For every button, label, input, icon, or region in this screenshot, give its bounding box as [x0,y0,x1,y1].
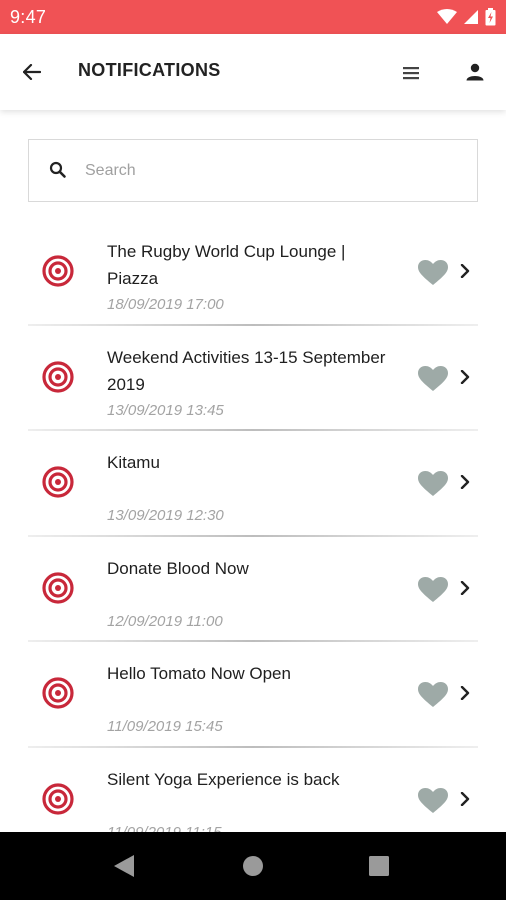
list-item[interactable]: Donate Blood Now 12/09/2019 11:00 [0,537,506,642]
chevron-right-icon[interactable] [460,264,470,278]
list-item[interactable]: Hello Tomato Now Open 11/09/2019 15:45 [0,642,506,748]
person-icon [466,63,484,81]
status-time: 9:47 [10,6,47,27]
profile-button[interactable] [461,58,489,86]
heart-icon[interactable] [418,682,448,708]
search-box [28,139,478,202]
nav-home-icon[interactable] [242,855,264,877]
target-icon [42,571,74,604]
menu-button[interactable] [398,60,424,86]
notification-time: 13/09/2019 12:30 [107,507,224,524]
page-title: NOTIFICATIONS [78,60,221,80]
list-item[interactable]: The Rugby World Cup Lounge | Piazza 18/0… [0,220,506,326]
search-icon [49,161,66,178]
list-item[interactable]: Kitamu 13/09/2019 12:30 [0,431,506,537]
heart-icon[interactable] [418,260,448,286]
search-input[interactable] [85,156,465,186]
target-icon [42,360,74,393]
status-icons [437,8,496,26]
chevron-right-icon[interactable] [460,686,470,700]
chevron-right-icon[interactable] [460,791,470,806]
status-bar: 9:47 [0,0,506,34]
chevron-right-icon[interactable] [460,369,470,384]
wifi-icon [437,9,457,24]
target-icon [42,782,74,815]
notification-title: Donate Blood Now [107,558,249,578]
notification-time: 13/09/2019 13:45 [107,401,224,419]
chevron-right-icon[interactable] [460,475,470,489]
notification-title: Silent Yoga Experience is back [107,769,340,789]
notification-title: Hello Tomato Now Open [107,664,291,683]
back-button[interactable] [18,58,46,86]
chevron-right-icon[interactable] [460,580,470,595]
heart-icon[interactable] [418,365,448,392]
notification-title: Weekend Activities 13-15 September 2019 [107,347,386,394]
signal-icon [464,10,478,24]
notification-time: 11/09/2019 15:45 [107,718,223,735]
notification-title: Kitamu [107,453,160,472]
notification-title: The Rugby World Cup Lounge | Piazza [107,242,346,288]
heart-icon[interactable] [418,576,448,603]
heart-icon[interactable] [418,471,448,497]
system-nav-bar [0,832,506,900]
battery-icon [485,8,496,26]
notification-list: The Rugby World Cup Lounge | Piazza 18/0… [0,220,506,853]
nav-back-icon[interactable] [113,854,135,878]
list-item[interactable]: Weekend Activities 13-15 September 2019 … [0,326,506,431]
notification-time: 12/09/2019 11:00 [107,612,223,630]
heart-icon[interactable] [418,787,448,814]
target-icon [42,466,74,498]
app-bar: NOTIFICATIONS [0,34,506,110]
arrow-left-icon [23,64,41,80]
target-icon [42,255,74,287]
nav-recents-icon[interactable] [369,856,389,876]
menu-icon [403,67,419,80]
notification-time: 18/09/2019 17:00 [107,296,224,313]
target-icon [42,677,74,709]
